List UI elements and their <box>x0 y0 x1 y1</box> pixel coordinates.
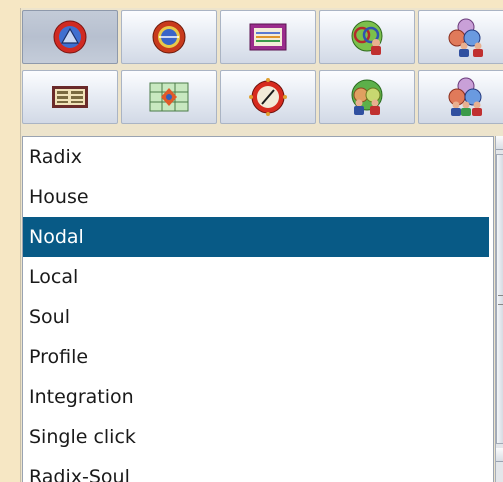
list-item-single-click[interactable]: Single click <box>23 417 489 457</box>
list-item-radix[interactable]: Radix <box>23 137 489 177</box>
compass-dial-icon <box>249 78 287 116</box>
couple-chart-button[interactable] <box>319 70 415 124</box>
chart-style-toolbar-row-2 <box>22 70 503 126</box>
group-chart-button[interactable] <box>418 10 503 64</box>
listing-button[interactable] <box>22 70 118 124</box>
aspect-grid-icon <box>149 82 189 112</box>
compass-dial-button[interactable] <box>220 70 316 124</box>
family-chart-icon <box>448 77 482 116</box>
list-item-nodal[interactable]: Nodal <box>23 217 489 257</box>
chart-type-list[interactable]: Radix House Nodal Local Soul Profile Int… <box>22 136 494 482</box>
list-item-local[interactable]: Local <box>23 257 489 297</box>
grip-icon <box>498 295 503 305</box>
house-wheel-button[interactable] <box>121 10 217 64</box>
house-wheel-icon <box>152 20 186 54</box>
list-scrollbar[interactable] <box>495 136 503 482</box>
partner-chart-button[interactable] <box>319 10 415 64</box>
group-chart-icon <box>448 18 483 57</box>
radix-wheel-button[interactable] <box>22 10 118 64</box>
list-item-house[interactable]: House <box>23 177 489 217</box>
table-view-button[interactable] <box>220 10 316 64</box>
family-chart-button[interactable] <box>418 70 503 124</box>
scroll-down-arrow[interactable] <box>496 448 503 462</box>
aspect-grid-button[interactable] <box>121 70 217 124</box>
chart-style-toolbar-row-1 <box>22 10 503 66</box>
table-view-icon <box>249 23 287 51</box>
list-item-radix-soul[interactable]: Radix-Soul <box>23 457 489 482</box>
couple-chart-icon <box>351 79 383 115</box>
scrollbar-thumb[interactable] <box>496 154 503 444</box>
listing-icon <box>52 86 88 108</box>
list-item-profile[interactable]: Profile <box>23 337 489 377</box>
radix-wheel-icon <box>53 20 87 54</box>
list-item-soul[interactable]: Soul <box>23 297 489 337</box>
partner-chart-icon <box>351 20 383 55</box>
list-item-integration[interactable]: Integration <box>23 377 489 417</box>
scroll-up-arrow[interactable] <box>496 136 503 150</box>
